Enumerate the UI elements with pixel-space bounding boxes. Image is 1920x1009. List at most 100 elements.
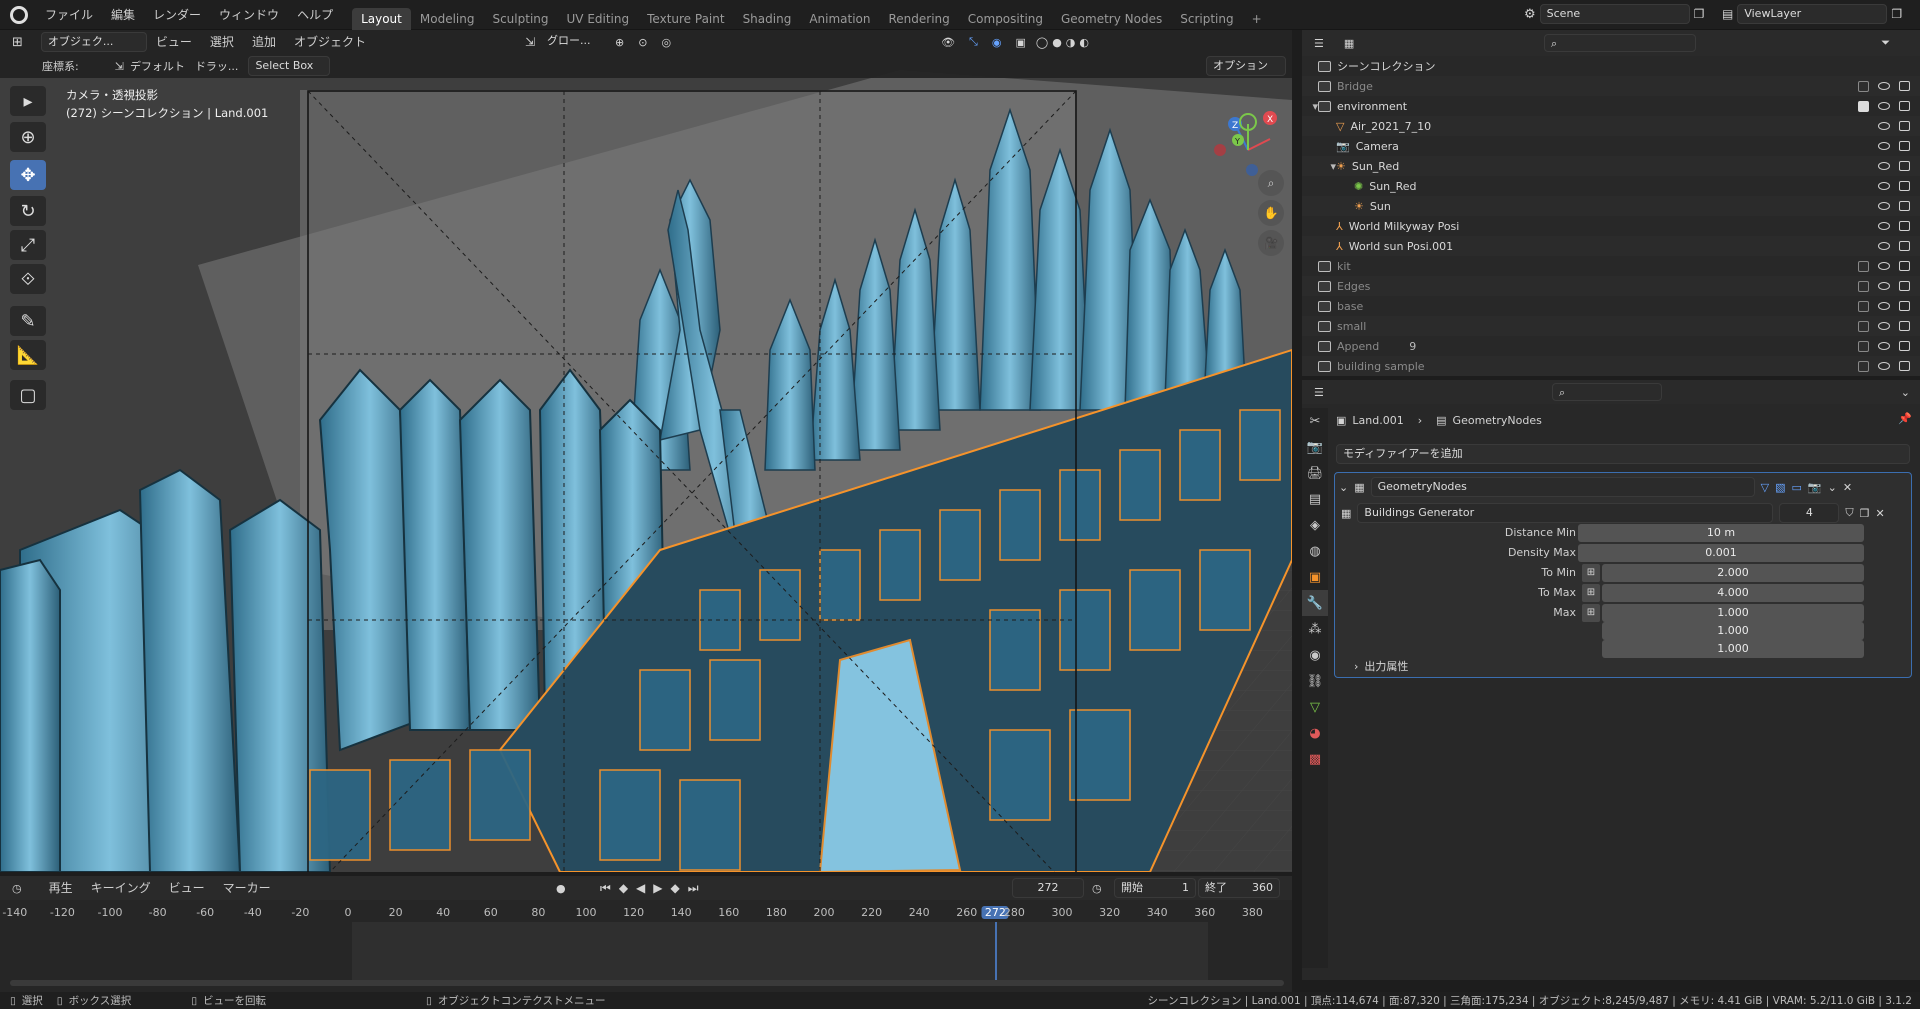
- render-camera-icon[interactable]: [1899, 161, 1910, 171]
- scale-tool-icon[interactable]: ⤢: [10, 230, 46, 260]
- particles-tab-icon[interactable]: ⁂: [1302, 616, 1328, 642]
- outliner-item[interactable]: Append 9: [1302, 336, 1920, 356]
- menu-add[interactable]: 追加: [243, 30, 285, 57]
- property-value-field[interactable]: 2.000: [1602, 564, 1864, 582]
- exclude-checkbox[interactable]: [1858, 80, 1869, 92]
- outliner-item[interactable]: ☀ Sun: [1302, 196, 1920, 216]
- new-scene-icon[interactable]: ❐: [1694, 7, 1705, 21]
- eye-icon[interactable]: [1878, 122, 1890, 130]
- eye-icon[interactable]: [1878, 182, 1890, 190]
- viewport-scene[interactable]: [0, 30, 1292, 872]
- pin-icon[interactable]: 📌: [1898, 412, 1912, 425]
- tab-compositing[interactable]: Compositing: [959, 8, 1052, 30]
- snap-icon[interactable]: ⊙: [638, 36, 647, 49]
- attribute-toggle-icon[interactable]: ⊞: [1582, 604, 1600, 622]
- eye-icon[interactable]: [1878, 162, 1890, 170]
- property-value-field[interactable]: 4.000: [1602, 584, 1864, 602]
- properties-editor-type-icon[interactable]: ☰: [1314, 386, 1324, 399]
- transform-tool-icon[interactable]: ⟐: [10, 264, 46, 294]
- scene-field[interactable]: Scene: [1539, 4, 1690, 24]
- scene-tab-icon[interactable]: ◈: [1302, 512, 1328, 538]
- eye-icon[interactable]: [1878, 142, 1890, 150]
- menu-file[interactable]: ファイル: [36, 0, 102, 30]
- render-tab-icon[interactable]: 📷: [1302, 434, 1328, 460]
- render-camera-icon[interactable]: [1899, 241, 1910, 251]
- property-value-field[interactable]: 1.000: [1602, 604, 1864, 622]
- eye-icon[interactable]: [1878, 102, 1890, 110]
- tool-tab-icon[interactable]: ✂: [1302, 408, 1328, 434]
- gizmo-icon[interactable]: ⤡: [969, 35, 978, 49]
- render-camera-icon[interactable]: [1899, 281, 1910, 291]
- outliner-item[interactable]: ⅄ World sun Posi.001: [1302, 236, 1920, 256]
- outliner-item[interactable]: Bridge: [1302, 76, 1920, 96]
- outliner-search-input[interactable]: ⌕: [1544, 34, 1696, 52]
- viewlayer-field[interactable]: ViewLayer: [1737, 4, 1888, 24]
- view-layer-tab-icon[interactable]: ▤: [1302, 486, 1328, 512]
- exclude-checkbox[interactable]: [1858, 360, 1869, 372]
- modifier-menu-icon[interactable]: ⌄: [1828, 481, 1837, 494]
- outliner-item[interactable]: 📷 Camera: [1302, 136, 1920, 156]
- object-tab-icon[interactable]: ▣: [1302, 564, 1328, 590]
- constraints-tab-icon[interactable]: ⛓: [1302, 668, 1328, 694]
- tab-sculpting[interactable]: Sculpting: [483, 8, 557, 30]
- add-workspace-button[interactable]: +: [1243, 8, 1271, 30]
- render-camera-icon[interactable]: [1899, 141, 1910, 151]
- eye-icon[interactable]: [1878, 222, 1890, 230]
- editor-type-icon[interactable]: ⊞: [12, 35, 23, 50]
- exclude-checkbox[interactable]: [1858, 300, 1869, 312]
- tab-uv-editing[interactable]: UV Editing: [558, 8, 639, 30]
- outliner-item[interactable]: kit: [1302, 256, 1920, 276]
- menu-render[interactable]: レンダー: [144, 0, 210, 30]
- material-shading-icon[interactable]: ◑: [1066, 36, 1076, 49]
- output-attrs-subpanel[interactable]: › 出力属性: [1354, 658, 1408, 674]
- tab-animation[interactable]: Animation: [800, 8, 879, 30]
- outliner-item[interactable]: building sample: [1302, 356, 1920, 376]
- exclude-checkbox[interactable]: [1858, 100, 1869, 112]
- options-dropdown[interactable]: オプション: [1206, 56, 1286, 76]
- output-tab-icon[interactable]: 🖨: [1302, 460, 1328, 486]
- outliner-item[interactable]: ▾ ☀ Sun_Red: [1302, 156, 1920, 176]
- rendered-shading-icon[interactable]: ◐: [1079, 36, 1089, 49]
- attribute-toggle-icon[interactable]: ⊞: [1582, 584, 1600, 602]
- node-group-field[interactable]: Buildings Generator: [1357, 503, 1774, 523]
- physics-tab-icon[interactable]: ◉: [1302, 642, 1328, 668]
- annotate-tool-icon[interactable]: ✎: [10, 306, 46, 336]
- move-tool-icon[interactable]: ✥: [10, 160, 46, 190]
- outliner-root[interactable]: シーンコレクション: [1302, 56, 1920, 76]
- zoom-icon[interactable]: ⌕: [1258, 170, 1284, 196]
- select-box-dropdown[interactable]: Select Box: [248, 56, 331, 76]
- unlink-icon[interactable]: ✕: [1876, 507, 1885, 520]
- node-tree-icon[interactable]: ▦: [1341, 507, 1351, 520]
- modifier-tab-icon[interactable]: 🔧: [1302, 590, 1328, 616]
- property-value-field[interactable]: 1.000: [1602, 622, 1864, 640]
- properties-options-icon[interactable]: ⌄: [1901, 386, 1910, 399]
- render-camera-icon[interactable]: [1899, 321, 1910, 331]
- tab-shading[interactable]: Shading: [734, 8, 801, 30]
- property-value-field[interactable]: 1.000: [1602, 640, 1864, 658]
- properties-search-input[interactable]: ⌕: [1552, 383, 1662, 401]
- render-camera-icon[interactable]: [1899, 341, 1910, 351]
- render-camera-icon[interactable]: [1899, 81, 1910, 91]
- timeline-ruler[interactable]: -140 -120 -100 -80 -60 -40 -20 0 20 40 60 80 100 120 1…: [0, 876, 1292, 992]
- render-toggle-icon[interactable]: 📷: [1808, 481, 1822, 494]
- expand-chevron-icon[interactable]: ›: [1354, 660, 1358, 673]
- outliner-item[interactable]: base: [1302, 296, 1920, 316]
- material-tab-icon[interactable]: ◕: [1302, 720, 1328, 746]
- menu-object[interactable]: オブジェクト: [285, 30, 375, 57]
- eye-icon[interactable]: [1878, 282, 1890, 290]
- render-camera-icon[interactable]: [1899, 221, 1910, 231]
- world-tab-icon[interactable]: ◍: [1302, 538, 1328, 564]
- outliner-item[interactable]: ▽ Air_2021_7_10: [1302, 116, 1920, 136]
- outliner-item[interactable]: small: [1302, 316, 1920, 336]
- eye-icon[interactable]: [1878, 82, 1890, 90]
- cage-toggle-icon[interactable]: ▧: [1775, 481, 1785, 494]
- render-camera-icon[interactable]: [1899, 301, 1910, 311]
- tab-texture-paint[interactable]: Texture Paint: [638, 8, 733, 30]
- transform-orientation-select[interactable]: グロー...: [541, 32, 611, 52]
- timeline-scrollbar[interactable]: [10, 980, 1284, 986]
- outliner-item[interactable]: Edges: [1302, 276, 1920, 296]
- tab-geometry-nodes[interactable]: Geometry Nodes: [1052, 8, 1171, 30]
- breadcrumb-modifier[interactable]: GeometryNodes: [1453, 414, 1542, 427]
- add-cube-tool-icon[interactable]: ▢: [10, 380, 46, 410]
- render-camera-icon[interactable]: [1899, 261, 1910, 271]
